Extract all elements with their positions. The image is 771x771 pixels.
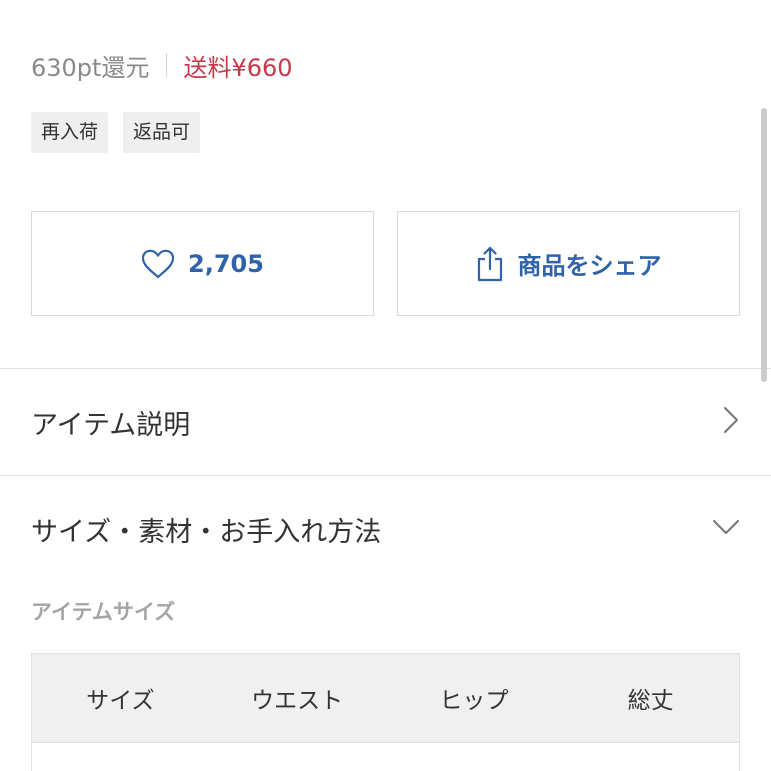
column-header-waist: ウエスト (251, 688, 344, 714)
column-header-size: サイズ (86, 688, 155, 714)
points-text: 630pt還元 (31, 53, 150, 82)
item-size-heading: アイテムサイズ (31, 600, 176, 624)
size-material-care-row[interactable]: サイズ・素材・お手入れ方法 (0, 476, 771, 582)
share-icon (476, 246, 504, 282)
product-detail-page: 630pt還元 送料¥660 再入荷 返品可 2,705 商品をシェア アイテム… (0, 0, 771, 771)
share-label: 商品をシェア (517, 252, 662, 280)
price-separator (166, 53, 168, 77)
heart-icon (141, 249, 175, 279)
tag-restock: 再入荷 (31, 112, 109, 153)
clipped-content-above (30, 0, 270, 4)
item-description-title: アイテム説明 (31, 409, 191, 441)
product-tags: 再入荷 返品可 (31, 112, 201, 153)
chevron-down-icon (712, 519, 740, 539)
chevron-right-icon (723, 406, 739, 438)
like-count: 2,705 (188, 249, 264, 278)
scrollbar[interactable] (761, 108, 767, 382)
size-table: サイズ ウエスト ヒップ 総丈 (31, 653, 740, 771)
item-description-row[interactable]: アイテム説明 (0, 369, 771, 475)
like-button[interactable]: 2,705 (31, 211, 374, 316)
column-header-hip: ヒップ (439, 688, 509, 714)
tag-returnable: 返品可 (123, 112, 201, 153)
price-info-row: 630pt還元 送料¥660 (31, 46, 293, 84)
column-header-total-length: 総丈 (627, 688, 674, 714)
size-table-header: サイズ ウエスト ヒップ 総丈 (32, 654, 739, 743)
shipping-fee-text: 送料¥660 (183, 53, 293, 82)
share-product-button[interactable]: 商品をシェア (397, 211, 740, 316)
size-material-care-title: サイズ・素材・お手入れ方法 (31, 516, 382, 548)
